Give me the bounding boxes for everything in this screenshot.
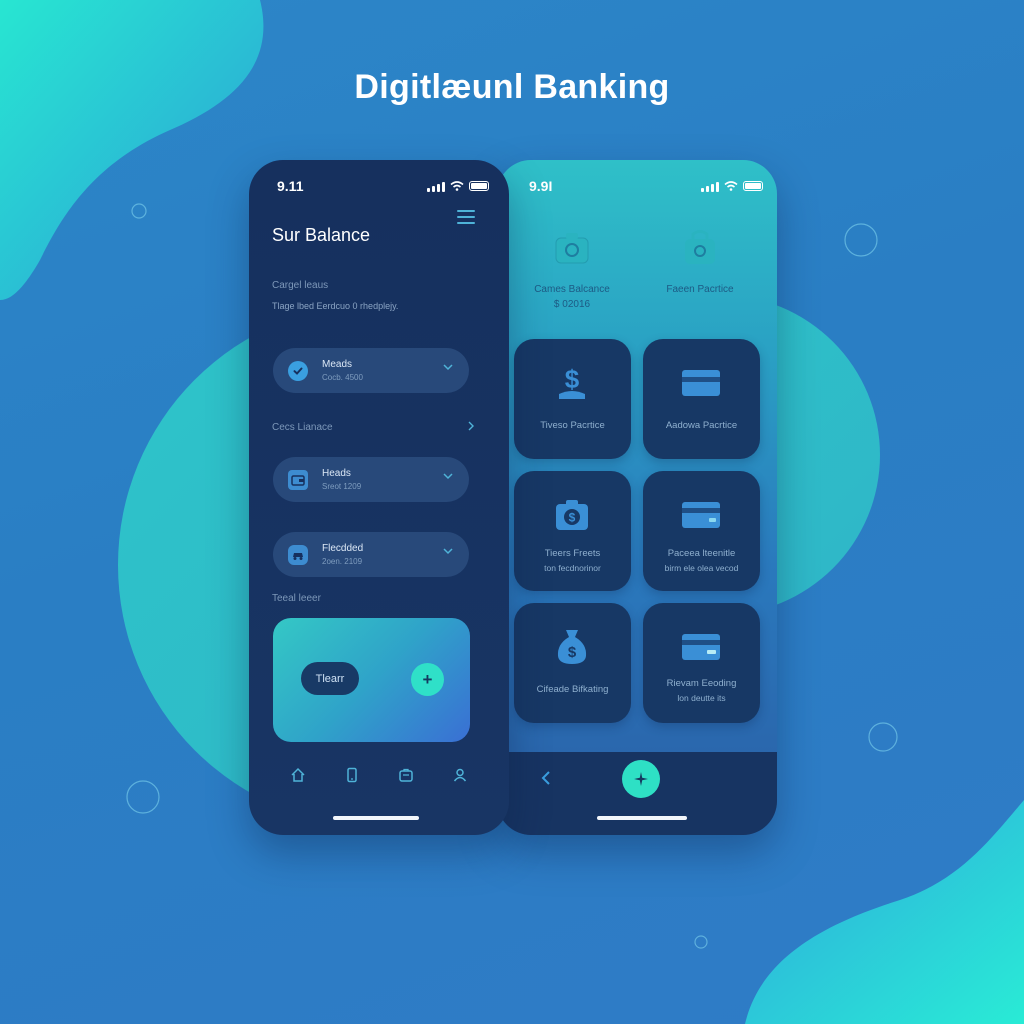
wallet-icon (288, 469, 308, 490)
status-bar: 9.9I (529, 178, 763, 194)
home-indicator (333, 816, 419, 820)
tile-sublabel: lon deutte its (677, 693, 726, 703)
status-time: 9.9I (529, 178, 553, 194)
nav-home[interactable] (288, 765, 308, 785)
account-item-meads[interactable]: Meads Cocb. 4500 (273, 348, 469, 393)
tile-sublabel: ton fecdnorinor (544, 563, 601, 573)
chevron-down-icon (443, 548, 453, 555)
camera-dollar-icon: $ (552, 495, 592, 535)
wifi-icon (450, 181, 464, 191)
phone-balance-screen: 9.11 Sur Balance Cargel leaus Tlage lbed… (249, 160, 509, 835)
top-item-label: Faeen Pacrtice (640, 282, 760, 297)
tile-label: Paceea lteenitle (667, 548, 736, 559)
account-title: Meads (322, 359, 353, 370)
card-icon (681, 627, 721, 667)
chevron-down-icon (443, 364, 453, 371)
blob-top-left (0, 0, 264, 300)
nav-profile[interactable] (450, 765, 470, 785)
battery-icon (469, 181, 489, 191)
promo-card: Tlearr + (273, 618, 470, 742)
tile-service[interactable]: Paceea lteenitle birm ele olea vecod (643, 471, 760, 591)
section-label: Cecs Lianace (272, 422, 333, 433)
chevron-right-icon[interactable] (467, 421, 475, 431)
menu-icon[interactable] (457, 210, 475, 228)
tile-service[interactable]: $ Tieers Freets ton fecdnorinor (514, 471, 631, 591)
transfer-button[interactable]: Tlearr (301, 662, 359, 695)
car-icon (288, 544, 308, 565)
phone-services-screen: 9.9I Cames Balcance $ 02016 Faeen Pacrti… (497, 160, 777, 835)
tile-service[interactable]: $ Tiveso Pacrtice (514, 339, 631, 459)
nav-briefcase[interactable] (396, 765, 416, 785)
top-item-title: Faeen Pacrtice (666, 284, 734, 295)
phone-icon (347, 767, 357, 783)
account-subtitle: Cocb. 4500 (322, 373, 363, 382)
account-subtitle: 2oen. 2109 (322, 557, 363, 566)
tile-sublabel: birm ele olea vecod (664, 563, 739, 573)
svg-text:$: $ (565, 364, 580, 394)
bottom-bar (497, 752, 777, 835)
tile-label: Aadowa Pacrtice (665, 420, 738, 431)
section-label: Cargel leaus (272, 280, 329, 291)
user-icon (453, 768, 467, 782)
card-icon (681, 363, 721, 403)
account-subtitle: Sreot 1209 (322, 482, 362, 491)
plus-icon[interactable]: + (411, 663, 444, 696)
tile-label: Rievam Eeoding (666, 678, 737, 689)
status-icons (701, 181, 763, 192)
wifi-icon (724, 181, 738, 191)
status-bar: 9.11 (277, 178, 489, 194)
briefcase-icon (399, 768, 413, 782)
ring-4 (126, 780, 160, 814)
bottom-nav (249, 765, 509, 795)
svg-text:$: $ (569, 511, 576, 525)
tile-service[interactable]: Aadowa Pacrtice (643, 339, 760, 459)
camera-bag-icon[interactable] (552, 228, 592, 268)
spark-icon[interactable] (622, 760, 660, 798)
bag-icon[interactable] (680, 228, 720, 268)
status-time: 9.11 (277, 178, 304, 194)
blob-bottom-right (745, 800, 1024, 1024)
top-item-title: Cames Balcance (534, 284, 610, 295)
balance-title: Sur Balance (272, 225, 371, 245)
section-label: Teeal leeer (272, 593, 321, 604)
home-indicator (597, 816, 687, 820)
account-item-heads[interactable]: Heads Sreot 1209 (273, 457, 469, 502)
ring-2 (844, 223, 878, 257)
card-icon (681, 495, 721, 535)
ring-5 (694, 935, 708, 949)
page-title: Digitlæunl Banking (354, 68, 670, 106)
ring-3 (868, 722, 898, 752)
tile-label: Tieers Freets (544, 548, 601, 559)
section-caption: Tlage lbed Eerdcuo 0 rhedplejy. (272, 301, 399, 311)
account-item-flecdded[interactable]: Flecdded 2oen. 2109 (273, 532, 469, 577)
battery-icon (743, 181, 763, 191)
signal-icon (427, 181, 445, 192)
chevron-down-icon (443, 473, 453, 480)
nav-phone[interactable] (342, 765, 362, 785)
account-title: Heads (322, 468, 351, 479)
tile-label: Tiveso Pacrtice (540, 420, 605, 431)
check-circle-icon (288, 360, 308, 381)
dollar-hand-icon: $ (552, 363, 592, 403)
home-icon (291, 767, 305, 782)
svg-text:$: $ (568, 644, 577, 661)
tile-service[interactable]: $ Cifeade Bifkating (514, 603, 631, 723)
top-item-amount: $ 02016 (553, 299, 591, 310)
ring-1 (131, 203, 147, 219)
money-bag-icon: $ (552, 627, 592, 667)
account-title: Flecdded (322, 543, 364, 554)
status-icons (427, 181, 489, 192)
chevron-left-icon[interactable] (539, 770, 553, 786)
top-item-label: Cames Balcance $ 02016 (512, 282, 632, 312)
signal-icon (701, 181, 719, 192)
tile-label: Cifeade Bifkating (536, 684, 609, 695)
tile-service[interactable]: Rievam Eeoding lon deutte its (643, 603, 760, 723)
